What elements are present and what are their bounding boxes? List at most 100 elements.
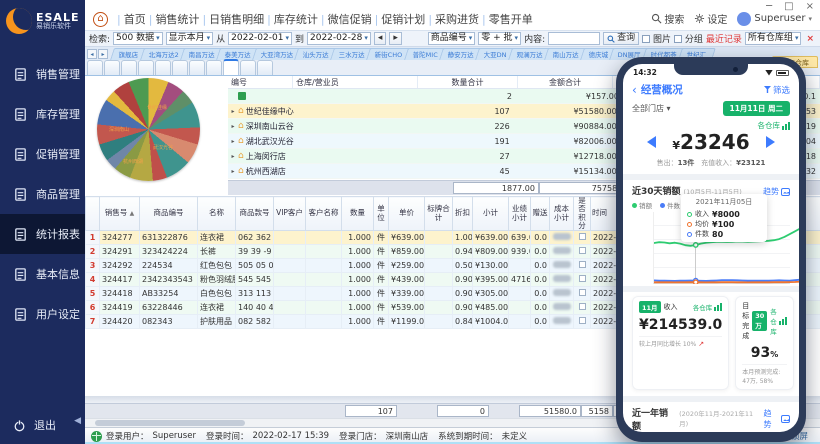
report-tab[interactable] [189, 60, 205, 75]
scrollbar-thumb[interactable] [95, 420, 245, 426]
sort-asc-icon[interactable]: ▲ [130, 210, 135, 217]
style-no: 062 362 62 [236, 231, 274, 245]
avatar [737, 12, 751, 26]
sidebar-item[interactable]: 促销管理 [0, 134, 85, 174]
report-tab[interactable] [155, 60, 171, 75]
points-checkbox[interactable] [574, 259, 591, 273]
filter-button[interactable]: 筛选 [764, 84, 790, 96]
period-dropdown[interactable]: 显示本月▾ [166, 32, 214, 45]
sidebar-item[interactable]: 基本信息 [0, 254, 85, 294]
perf-subtotal: 639.0 [509, 231, 531, 245]
expand-icon[interactable]: ▸ [228, 149, 238, 163]
from-date-picker[interactable]: 2022-02-01▾ [228, 32, 292, 45]
prev-day-arrow[interactable] [647, 136, 656, 148]
report-tab[interactable] [104, 60, 120, 75]
top-nav: ⌂ | 首页 | 销售统计 | 日销售明细 | [93, 11, 533, 27]
query-button[interactable]: 查询 [603, 32, 639, 45]
store-tab-right-icon[interactable]: ▸ [98, 49, 108, 59]
close-filter-icon[interactable]: × [804, 34, 816, 44]
nav-item[interactable]: 销售统计 [155, 11, 199, 27]
logo-swoosh-icon [6, 8, 32, 34]
next-day-arrow[interactable] [766, 136, 775, 148]
perf-subtotal [509, 315, 531, 329]
report-tab[interactable] [138, 60, 154, 75]
image-checkbox[interactable]: 图片 [642, 32, 671, 45]
points-checkbox[interactable] [574, 315, 591, 329]
recent-records-link[interactable]: 最近记录 [706, 32, 742, 45]
gift: 0.0 [531, 315, 550, 329]
points-checkbox[interactable] [574, 245, 591, 259]
sidebar-item-icon [13, 147, 28, 162]
sidebar-item[interactable]: 用户设定 [0, 294, 85, 334]
next-period-button[interactable]: ▸ [389, 32, 402, 45]
nav-item[interactable]: 日销售明细 [209, 11, 264, 27]
warehouse-group-dropdown[interactable]: 所有仓库组▾ [745, 32, 802, 45]
target-card[interactable]: 目标完成 30万 各仓库 93% 本月预测完成: 47万, 58% [735, 296, 794, 390]
date-badge[interactable]: 11月11日 周二 [723, 101, 791, 116]
report-tab[interactable] [121, 60, 137, 75]
group-checkbox[interactable]: 分组 [674, 32, 703, 45]
product-code: 323424224 [140, 245, 198, 259]
nav-item[interactable]: 促销计划 [381, 11, 425, 27]
points-checkbox[interactable] [574, 301, 591, 315]
sale-no: 324417 [100, 273, 140, 287]
store-selector[interactable]: 全部门店 ▾ [632, 103, 671, 114]
style-no: 505 05 05 [236, 259, 274, 273]
report-tab[interactable] [240, 60, 256, 75]
sidebar-item-icon [13, 187, 28, 202]
warehouse-link[interactable]: 各仓库 [770, 306, 787, 336]
back-icon[interactable]: ‹ [632, 83, 637, 97]
expand-icon[interactable]: ▸ [228, 119, 238, 133]
product-code: 082343 [140, 315, 198, 329]
global-search[interactable]: 搜索 [651, 11, 684, 26]
vip-customer [274, 259, 306, 273]
collapse-sidebar-icon[interactable]: ◀ [74, 416, 81, 426]
points-checkbox[interactable] [574, 287, 591, 301]
style-no: 545 545 45 [236, 273, 274, 287]
unit: 件 [374, 259, 389, 273]
nav-item[interactable]: 首页 [124, 11, 146, 27]
expand-icon[interactable]: ▸ [228, 164, 238, 178]
to-date-picker[interactable]: 2022-02-28▾ [307, 32, 371, 45]
content-input[interactable] [548, 32, 600, 45]
discount: 1.00 [453, 231, 473, 245]
nav-item[interactable]: 微信促销 [328, 11, 372, 27]
report-tab[interactable] [223, 59, 239, 75]
mode-dropdown[interactable]: 零 + 批▾ [478, 32, 521, 45]
sidebar-item[interactable]: 统计报表 [0, 214, 85, 254]
nav-item[interactable]: 库存统计 [274, 11, 318, 27]
trend-link[interactable]: 趋势 [763, 186, 790, 197]
points-checkbox[interactable] [574, 231, 591, 245]
warehouse-link[interactable]: 各仓库 [758, 120, 791, 131]
qty-total: 191 [426, 134, 526, 148]
nav-item[interactable]: 零售开单 [489, 11, 533, 27]
qty-total: 27 [426, 149, 526, 163]
warehouse-link[interactable]: 各仓库 [693, 302, 723, 312]
nav-item[interactable]: 采购进货 [435, 11, 479, 27]
trend-link[interactable]: 趋势 [764, 408, 790, 430]
report-tab[interactable] [87, 60, 103, 75]
expand-icon[interactable]: ▸ [228, 104, 238, 118]
income-card[interactable]: 11月 收入 各仓库 ¥214539.0 较上月同比增长 10%↗ [632, 296, 729, 390]
gear-icon [694, 13, 705, 24]
rows-dropdown[interactable]: 500 数据▾ [113, 32, 163, 45]
sidebar-item[interactable]: 销售管理 [0, 54, 85, 94]
bar-chart-icon [782, 122, 790, 130]
user-menu[interactable]: Superuser ▾ [737, 12, 812, 26]
report-tab[interactable] [172, 60, 188, 75]
exit-button[interactable]: 退出 ◀ [0, 412, 85, 438]
store-tab-left-icon[interactable]: ◂ [87, 49, 97, 59]
sidebar-item[interactable]: 商品管理 [0, 174, 85, 214]
prev-period-button[interactable]: ◂ [374, 32, 387, 45]
report-tab[interactable] [257, 60, 273, 75]
sidebar-item-icon [13, 307, 28, 322]
qty: 1.000 [342, 245, 374, 259]
settings-button[interactable]: 设定 [694, 11, 727, 26]
sidebar-item[interactable]: 库存管理 [0, 94, 85, 134]
qty: 1.000 [342, 231, 374, 245]
points-checkbox[interactable] [574, 273, 591, 287]
expand-icon[interactable]: ▸ [228, 134, 238, 148]
home-icon[interactable]: ⌂ [93, 12, 108, 27]
field-dropdown[interactable]: 商品编号▾ [428, 32, 476, 45]
report-tab[interactable] [206, 60, 222, 75]
